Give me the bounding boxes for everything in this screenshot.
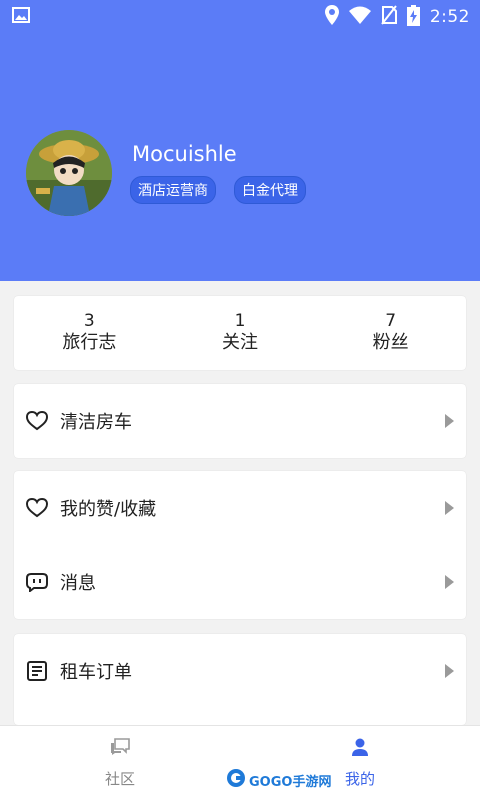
menu-item-label: 消息 xyxy=(60,573,96,594)
status-right: 2:52 xyxy=(324,4,470,30)
profile-tags: 酒店运营商 白金代理 xyxy=(130,176,306,204)
image-icon xyxy=(12,7,30,27)
nav-label: 社区 xyxy=(104,770,135,788)
order-icon xyxy=(26,660,48,682)
menu-group-1: 清洁房车 xyxy=(14,384,466,458)
stat-fans[interactable]: 7 粉丝 xyxy=(315,296,466,370)
heart-icon xyxy=(26,497,48,519)
tag-platinum-agent: 白金代理 xyxy=(234,176,306,204)
menu-group-3: 租车订单 xyxy=(14,634,466,725)
nav-community[interactable]: 社区 xyxy=(0,726,240,801)
stat-label: 粉丝 xyxy=(372,332,409,353)
menu-item-messages[interactable]: 消息 xyxy=(14,545,466,619)
message-icon xyxy=(26,571,48,593)
profile-header: Mocuishle 酒店运营商 白金代理 xyxy=(0,34,480,281)
battery-charging-icon xyxy=(406,4,420,30)
menu-group-2: 我的赞/收藏 消息 xyxy=(14,471,466,619)
status-time: 2:52 xyxy=(429,7,470,27)
community-icon xyxy=(109,738,131,760)
watermark: GOGO手游网 xyxy=(226,768,331,792)
menu-item-clean-rv[interactable]: 清洁房车 xyxy=(14,384,466,458)
menu-item-label: 租车订单 xyxy=(60,662,132,683)
avatar-icon xyxy=(26,130,112,216)
menu-item-label: 清洁房车 xyxy=(60,412,132,433)
stat-value: 7 xyxy=(385,311,397,331)
avatar[interactable] xyxy=(26,130,112,216)
username: Mocuishle xyxy=(132,142,237,166)
nav-label: 我的 xyxy=(344,770,375,788)
chevron-right-icon xyxy=(445,664,454,678)
stat-label: 关注 xyxy=(222,332,258,353)
watermark-text: GOGO手游网 xyxy=(249,774,332,790)
wifi-icon xyxy=(348,6,371,28)
tag-hotel-operator: 酒店运营商 xyxy=(130,176,216,204)
gogo-logo-icon xyxy=(226,768,246,792)
stat-value: 3 xyxy=(83,311,95,331)
chevron-right-icon xyxy=(445,414,454,428)
menu-item-label: 我的赞/收藏 xyxy=(60,499,157,520)
menu-item-likes-favorites[interactable]: 我的赞/收藏 xyxy=(14,471,466,545)
stat-value: 1 xyxy=(234,311,246,331)
stat-following[interactable]: 1 关注 xyxy=(165,296,316,370)
heart-icon xyxy=(26,410,48,432)
stat-travel-notes[interactable]: 3 旅行志 xyxy=(14,296,165,370)
stat-label: 旅行志 xyxy=(62,332,117,353)
status-bar: 2:52 xyxy=(0,0,480,34)
user-icon xyxy=(351,738,369,760)
location-icon xyxy=(324,5,339,29)
chevron-right-icon xyxy=(445,501,454,515)
stats-card: 3 旅行志 1 关注 7 粉丝 xyxy=(14,296,466,370)
chevron-right-icon xyxy=(445,575,454,589)
menu-item-rental-orders[interactable]: 租车订单 xyxy=(14,634,466,708)
no-sim-icon xyxy=(381,5,397,29)
